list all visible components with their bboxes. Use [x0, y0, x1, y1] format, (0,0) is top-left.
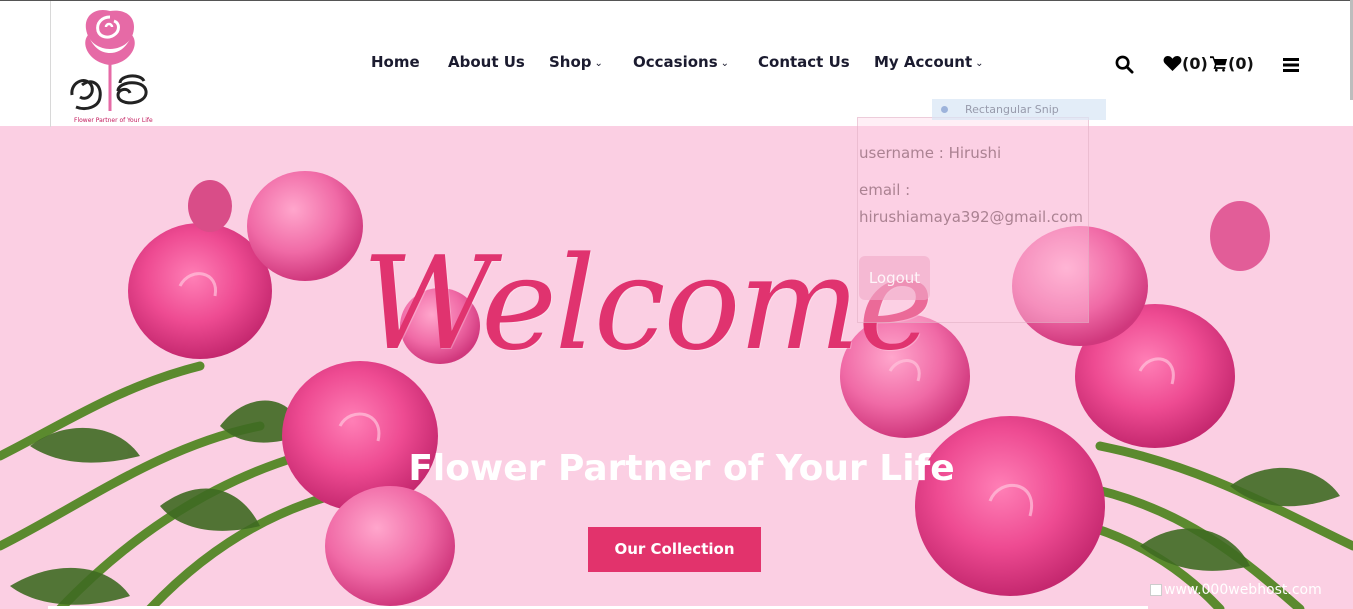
nav-item-about-us[interactable]: About Us — [448, 53, 525, 71]
broken-image-icon — [1150, 584, 1162, 596]
chevron-down-icon: ⌄ — [720, 58, 730, 69]
nav-item-label: Occasions — [633, 53, 718, 71]
nav-item-occasions[interactable]: Occasions ⌄ — [633, 53, 729, 71]
cart-count: (0) — [1228, 54, 1254, 73]
nav-item-shop[interactable]: Shop ⌄ — [549, 53, 603, 71]
header-divider — [50, 1, 51, 127]
cart-icon — [1210, 56, 1228, 72]
host-watermark[interactable]: www.000webhost.com — [1150, 582, 1322, 598]
chevron-down-icon: ⌄ — [594, 58, 603, 69]
wishlist-button[interactable]: (0) — [1163, 54, 1208, 76]
nav-item-label: My Account — [874, 53, 973, 71]
hero-tagline: Flower Partner of Your Life — [408, 448, 955, 489]
account-email-label: email : — [859, 181, 911, 199]
nav-item-label: Shop — [549, 53, 592, 71]
account-dropdown: username : Hirushi email : hirushiamaya3… — [857, 117, 1089, 323]
logo-tagline: Flower Partner of Your Life — [74, 117, 153, 124]
site-header: Flower Partner of Your Life Home About U… — [0, 0, 1353, 127]
nav-item-label: Home — [371, 53, 420, 71]
rose-logo-icon — [70, 9, 148, 111]
account-email-value: hirushiamaya392@gmail.com — [859, 208, 1083, 226]
nav-item-contact-us[interactable]: Contact Us — [758, 53, 850, 71]
chevron-down-icon: ⌄ — [975, 58, 984, 69]
wishlist-count: (0) — [1182, 54, 1208, 73]
nav-item-label: Contact Us — [758, 53, 850, 71]
hamburger-icon — [1283, 58, 1299, 72]
our-collection-button[interactable]: Our Collection — [588, 527, 761, 572]
nav-item-my-account[interactable]: My Account ⌄ — [874, 53, 984, 71]
nav-item-home[interactable]: Home — [371, 53, 420, 71]
rectangular-snip-overlay[interactable]: Rectangular Snip — [932, 99, 1106, 120]
logout-button[interactable]: Logout — [859, 256, 930, 300]
hero-banner: Welcome Flower Partner of Your Life Our … — [0, 126, 1353, 609]
cart-button[interactable]: (0) — [1210, 54, 1254, 76]
nav-item-label: About Us — [448, 53, 525, 71]
snip-label: Rectangular Snip — [965, 103, 1059, 116]
snip-icon — [941, 106, 948, 113]
search-icon — [1115, 55, 1134, 74]
watermark-text: www.000webhost.com — [1164, 582, 1322, 598]
menu-button[interactable] — [1283, 57, 1299, 76]
account-username: username : Hirushi — [859, 144, 1002, 162]
search-button[interactable] — [1115, 55, 1134, 78]
heart-icon — [1163, 55, 1182, 72]
site-logo[interactable]: Flower Partner of Your Life — [66, 5, 156, 127]
